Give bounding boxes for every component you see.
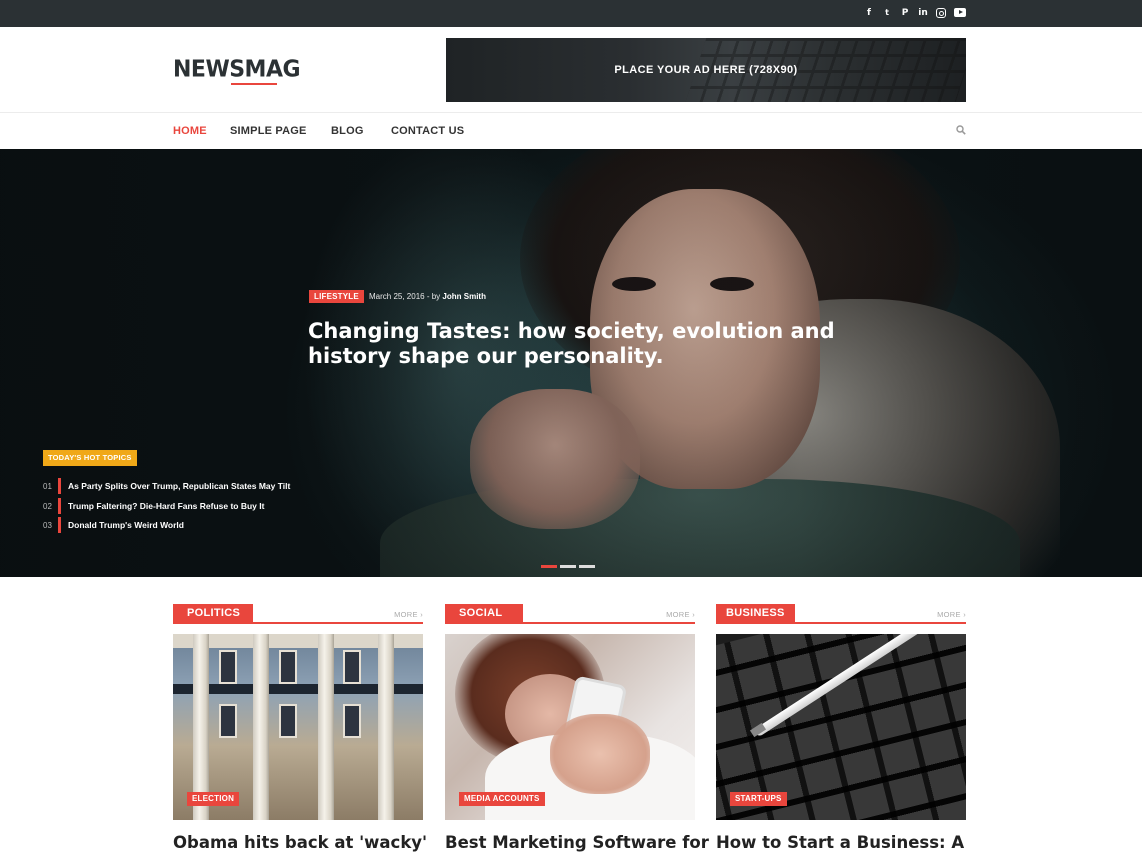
slider-dot[interactable]	[579, 565, 595, 568]
hero-author[interactable]: John Smith	[442, 292, 486, 301]
more-link[interactable]: MORE ›	[666, 610, 695, 619]
hot-topics-label: TODAY'S HOT TOPICS	[43, 450, 137, 466]
nav-blog[interactable]: BLOG	[331, 125, 364, 137]
slider-dot[interactable]	[541, 565, 557, 568]
slider-dots	[541, 565, 595, 568]
section-social: SOCIAL MORE › MEDIA ACCOUNTS Best Market…	[445, 604, 709, 852]
section-politics: POLITICS MORE › ELECTION Obama hits back…	[173, 604, 427, 852]
facebook-icon[interactable]: f	[864, 7, 874, 19]
section-header: BUSINESS MORE ›	[716, 604, 966, 624]
article-tag[interactable]: MEDIA ACCOUNTS	[459, 792, 545, 806]
logo-underline	[231, 83, 277, 85]
social-links: f t P in	[864, 7, 966, 19]
article-thumbnail[interactable]: MEDIA ACCOUNTS	[445, 634, 695, 820]
section-title[interactable]: POLITICS	[173, 604, 253, 622]
nav-contact-us[interactable]: CONTACT US	[391, 125, 464, 137]
search-icon[interactable]	[956, 125, 966, 135]
article-thumbnail[interactable]: START-UPS	[716, 634, 966, 820]
article-title[interactable]: How to Start a Business: A	[716, 833, 976, 852]
hot-topic-item[interactable]: 01 As Party Splits Over Trump, Republica…	[43, 478, 290, 494]
section-title[interactable]: SOCIAL	[445, 604, 523, 622]
article-title[interactable]: Obama hits back at 'wacky'	[173, 833, 433, 852]
twitter-icon[interactable]: t	[882, 7, 892, 19]
article-tag[interactable]: START-UPS	[730, 792, 787, 806]
hero-slider[interactable]: LIFESTYLE March 25, 2016 - by John Smith…	[0, 149, 1142, 577]
site-logo[interactable]: NEWSMAG	[173, 56, 301, 82]
hero-date: March 25, 2016	[369, 292, 425, 301]
more-link[interactable]: MORE ›	[394, 610, 423, 619]
pinterest-icon[interactable]: P	[900, 7, 910, 19]
nav-home[interactable]: HOME	[173, 125, 207, 137]
hero-title[interactable]: Changing Tastes: how society, evolution …	[308, 319, 848, 369]
main-nav: HOME SIMPLE PAGE BLOG CONTACT US	[0, 112, 1142, 149]
youtube-icon[interactable]	[954, 8, 966, 17]
nav-simple-page[interactable]: SIMPLE PAGE	[230, 125, 307, 137]
instagram-icon[interactable]	[936, 8, 946, 18]
ad-text: PLACE YOUR AD HERE (728X90)	[614, 64, 798, 76]
article-thumbnail[interactable]: ELECTION	[173, 634, 423, 820]
section-title[interactable]: BUSINESS	[716, 604, 795, 622]
section-business: BUSINESS MORE › START-UPS How to Start a…	[716, 604, 966, 852]
top-bar: f t P in	[0, 0, 1142, 27]
hero-category-badge[interactable]: LIFESTYLE	[309, 290, 364, 303]
linkedin-icon[interactable]: in	[918, 7, 928, 19]
more-link[interactable]: MORE ›	[937, 610, 966, 619]
article-tag[interactable]: ELECTION	[187, 792, 240, 806]
hot-topic-item[interactable]: 03 Donald Trump's Weird World	[43, 517, 184, 533]
hero-meta: March 25, 2016 - by John Smith	[369, 292, 486, 301]
section-header: SOCIAL MORE ›	[445, 604, 695, 624]
ad-banner[interactable]: PLACE YOUR AD HERE (728X90)	[446, 38, 966, 102]
article-title[interactable]: Best Marketing Software for	[445, 833, 709, 852]
hot-topic-item[interactable]: 02 Trump Faltering? Die-Hard Fans Refuse…	[43, 498, 264, 514]
slider-dot[interactable]	[560, 565, 576, 568]
section-header: POLITICS MORE ›	[173, 604, 423, 624]
